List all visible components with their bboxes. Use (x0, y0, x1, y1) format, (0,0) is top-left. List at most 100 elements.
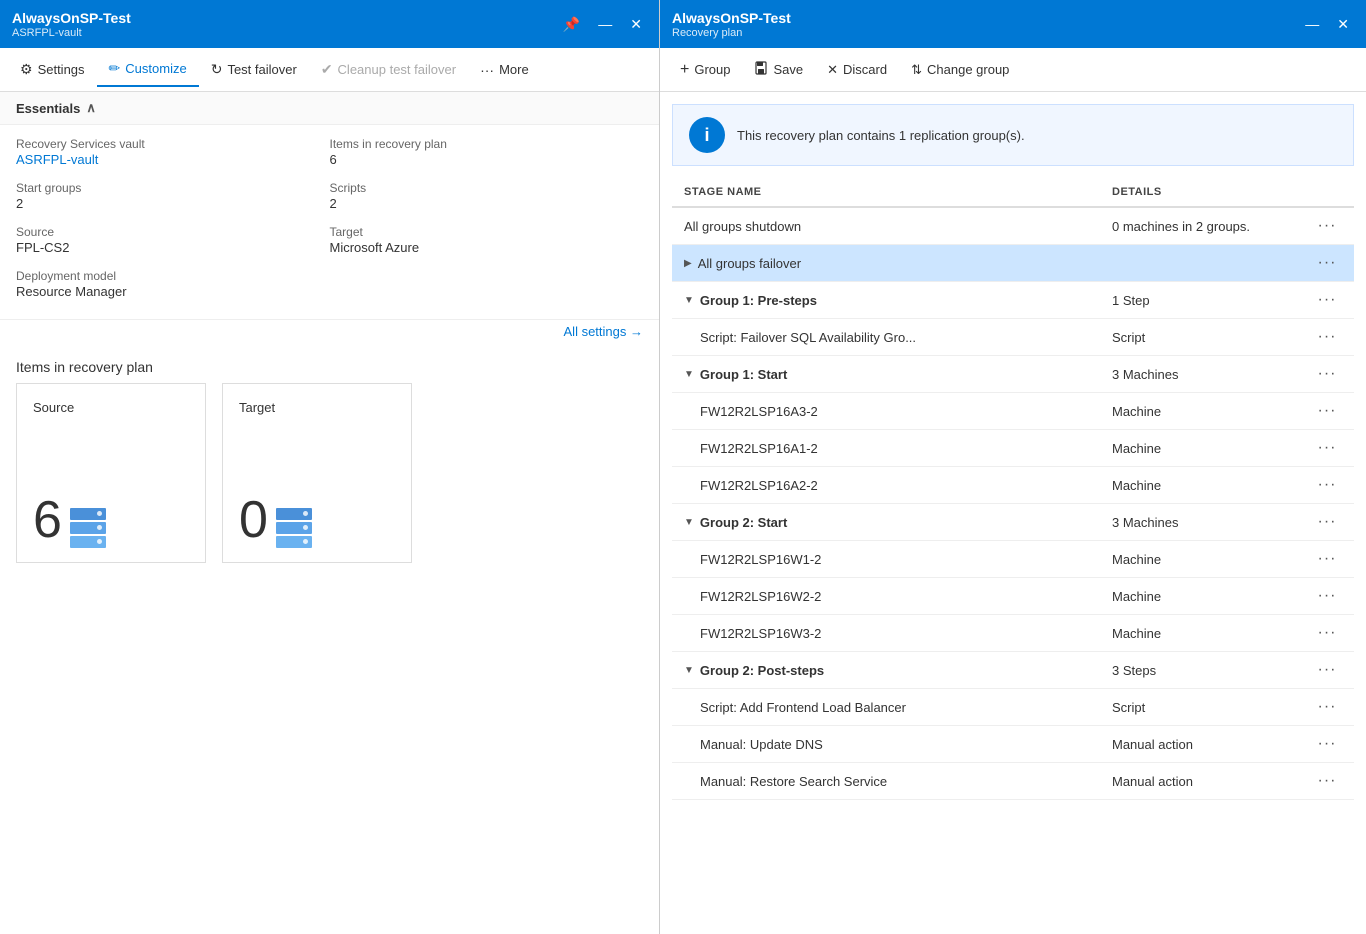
group-button[interactable]: + Group (668, 53, 742, 87)
stage-name-header: STAGE NAME (684, 186, 1112, 198)
chevron-up-icon[interactable]: ∧ (86, 100, 96, 116)
row-more-button[interactable]: ··· (1312, 587, 1342, 605)
target-server-bar-3 (276, 536, 312, 548)
right-title-bar: AlwaysOnSP-Test Recovery plan — ✕ (660, 0, 1366, 48)
left-toolbar: ⚙ Settings ✏ Customize ↻ Test failover ✔… (0, 48, 659, 92)
table-row[interactable]: ▼Group 2: Start3 Machines··· (672, 504, 1354, 541)
row-more-button[interactable]: ··· (1312, 772, 1342, 790)
cleanup-button[interactable]: ✔ Cleanup test failover (309, 53, 468, 86)
row-more-button[interactable]: ··· (1312, 476, 1342, 494)
stage-name-text: FW12R2LSP16W3-2 (700, 626, 821, 641)
essentials-title: Essentials (16, 101, 80, 116)
info-icon: i (689, 117, 725, 153)
more-button[interactable]: ··· More (468, 54, 541, 86)
settings-label: Settings (38, 62, 85, 77)
row-more-button[interactable]: ··· (1312, 291, 1342, 309)
start-groups-value: 2 (16, 196, 330, 211)
right-close-icon[interactable]: ✕ (1332, 14, 1354, 35)
customize-label: Customize (125, 61, 186, 76)
row-more-button[interactable]: ··· (1312, 439, 1342, 457)
details-cell: 3 Machines (1112, 515, 1312, 530)
target-label: Target (330, 225, 644, 239)
table-row[interactable]: All groups shutdown0 machines in 2 group… (672, 208, 1354, 245)
discard-icon: ✕ (827, 62, 838, 78)
test-failover-button[interactable]: ↻ Test failover (199, 53, 309, 86)
table-row[interactable]: FW12R2LSP16A1-2Machine··· (672, 430, 1354, 467)
field-recovery-vault: Recovery Services vault ASRFPL-vault (16, 137, 330, 175)
test-failover-icon: ↻ (211, 61, 223, 78)
table-row[interactable]: FW12R2LSP16W1-2Machine··· (672, 541, 1354, 578)
details-header: DETAILS (1112, 186, 1312, 198)
stage-name-cell: FW12R2LSP16W1-2 (700, 552, 1112, 567)
table-row[interactable]: ▶ All groups failover ··· (672, 245, 1354, 282)
details-cell: 0 machines in 2 groups. (1112, 219, 1312, 234)
settings-icon: ⚙ (20, 61, 33, 78)
table-row[interactable]: Manual: Restore Search ServiceManual act… (672, 763, 1354, 800)
right-toolbar: + Group Save ✕ Discard ⇅ Change group (660, 48, 1366, 92)
triangle-icon: ▶ (684, 258, 692, 269)
right-app-name: AlwaysOnSP-Test (672, 10, 791, 26)
left-window-controls: 📌 — ✕ (558, 14, 647, 35)
all-settings-link[interactable]: All settings → (564, 324, 643, 339)
source-value: FPL-CS2 (16, 240, 330, 255)
row-more-button[interactable]: ··· (1312, 624, 1342, 642)
source-card-number: 6 (33, 494, 62, 546)
stage-name-text: All groups failover (698, 256, 801, 271)
stage-name-cell: FW12R2LSP16A1-2 (700, 441, 1112, 456)
left-app-name: AlwaysOnSP-Test (12, 10, 131, 26)
table-row[interactable]: FW12R2LSP16W2-2Machine··· (672, 578, 1354, 615)
close-icon[interactable]: ✕ (625, 14, 647, 35)
server-bar-2 (70, 522, 106, 534)
row-more-button[interactable]: ··· (1312, 328, 1342, 346)
left-panel: AlwaysOnSP-Test ASRFPL-vault 📌 — ✕ ⚙ Set… (0, 0, 660, 934)
left-title-bar: AlwaysOnSP-Test ASRFPL-vault 📌 — ✕ (0, 0, 659, 48)
pin-icon[interactable]: 📌 (558, 14, 585, 35)
field-source: Source FPL-CS2 (16, 225, 330, 263)
table-row[interactable]: FW12R2LSP16W3-2Machine··· (672, 615, 1354, 652)
stage-name-cell: Manual: Update DNS (700, 737, 1112, 752)
table-header: STAGE NAME DETAILS (672, 178, 1354, 208)
row-more-button[interactable]: ··· (1312, 254, 1342, 272)
stage-name-text: FW12R2LSP16W1-2 (700, 552, 821, 567)
table-row[interactable]: Manual: Update DNSManual action··· (672, 726, 1354, 763)
table-row[interactable]: FW12R2LSP16A3-2Machine··· (672, 393, 1354, 430)
table-row[interactable]: ▼Group 1: Start3 Machines··· (672, 356, 1354, 393)
row-more-button[interactable]: ··· (1312, 550, 1342, 568)
target-card-number: 0 (239, 494, 268, 546)
target-card: Target 0 (222, 383, 412, 563)
target-value: Microsoft Azure (330, 240, 644, 255)
row-more-button[interactable]: ··· (1312, 735, 1342, 753)
right-window-controls: — ✕ (1300, 14, 1354, 35)
row-more-button[interactable]: ··· (1312, 217, 1342, 235)
table-row[interactable]: FW12R2LSP16A2-2Machine··· (672, 467, 1354, 504)
recovery-vault-value[interactable]: ASRFPL-vault (16, 152, 330, 167)
more-label: More (499, 62, 529, 77)
row-more-button[interactable]: ··· (1312, 698, 1342, 716)
stage-name-text: Group 2: Post-steps (700, 663, 824, 678)
stage-name-cell: ▼Group 1: Start (684, 367, 1112, 382)
stage-name-text: FW12R2LSP16W2-2 (700, 589, 821, 604)
right-minimize-icon[interactable]: — (1300, 14, 1324, 34)
change-group-button[interactable]: ⇅ Change group (899, 54, 1021, 86)
row-more-button[interactable]: ··· (1312, 402, 1342, 420)
stage-name-text: Manual: Restore Search Service (700, 774, 887, 789)
table-row[interactable]: Script: Failover SQL Availability Gro...… (672, 319, 1354, 356)
row-more-button[interactable]: ··· (1312, 513, 1342, 531)
stage-name-text: Group 1: Start (700, 367, 787, 382)
customize-button[interactable]: ✏ Customize (97, 52, 199, 87)
items-count-value: 6 (330, 152, 644, 167)
details-cell: Manual action (1112, 737, 1312, 752)
table-row[interactable]: ▼Group 1: Pre-steps1 Step··· (672, 282, 1354, 319)
row-more-button[interactable]: ··· (1312, 365, 1342, 383)
table-row[interactable]: ▼Group 2: Post-steps3 Steps··· (672, 652, 1354, 689)
stage-name-cell: ▼Group 1: Pre-steps (684, 293, 1112, 308)
target-card-value-row: 0 (239, 494, 395, 546)
minimize-icon[interactable]: — (593, 14, 617, 34)
settings-button[interactable]: ⚙ Settings (8, 53, 97, 86)
details-cell: Machine (1112, 404, 1312, 419)
row-more-button[interactable]: ··· (1312, 661, 1342, 679)
table-row[interactable]: Script: Add Frontend Load BalancerScript… (672, 689, 1354, 726)
save-button[interactable]: Save (742, 53, 815, 86)
discard-button[interactable]: ✕ Discard (815, 54, 899, 86)
scripts-label: Scripts (330, 181, 644, 195)
